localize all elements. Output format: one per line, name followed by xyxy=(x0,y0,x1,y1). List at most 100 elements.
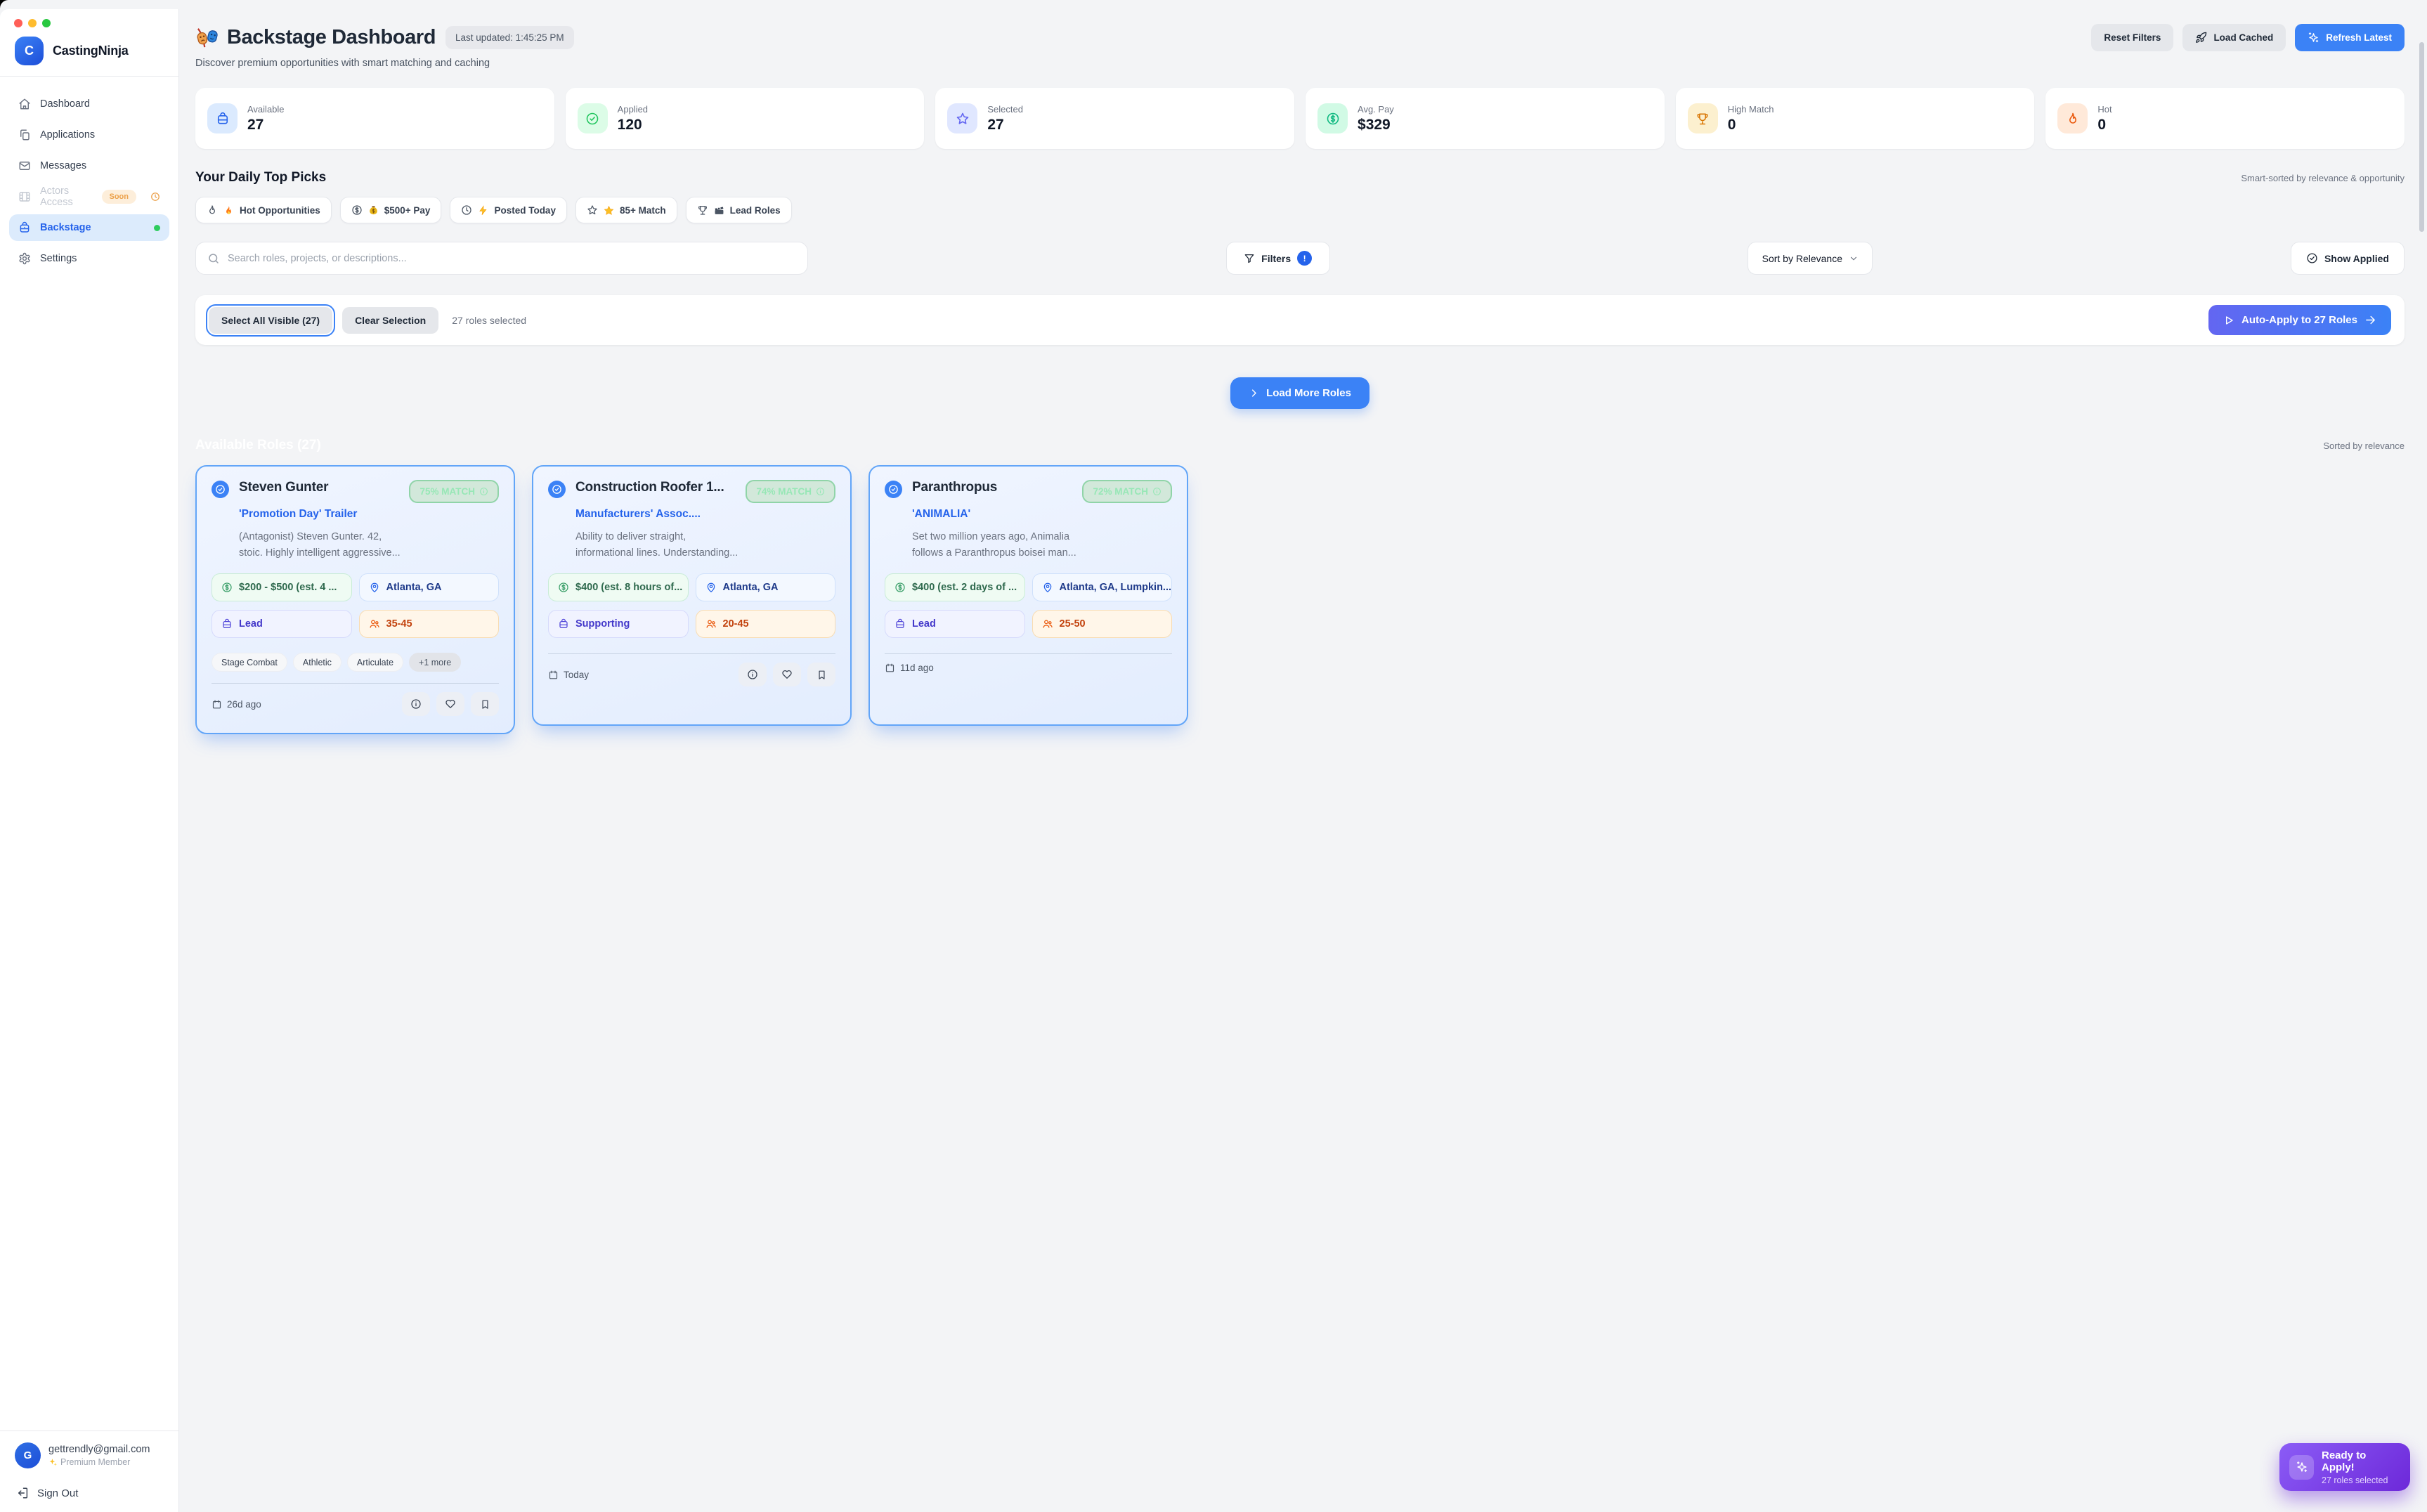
filters-button[interactable]: Filters ! xyxy=(1226,242,1330,275)
pay-pill: $400 (est. 2 days of ... xyxy=(885,573,1025,601)
chip-posted-today[interactable]: Posted Today xyxy=(450,197,567,223)
chevron-down-icon xyxy=(1849,254,1859,263)
stat-card-hot: Hot 0 xyxy=(2045,88,2405,149)
close-window-button[interactable] xyxy=(14,19,22,27)
zoom-window-button[interactable] xyxy=(42,19,51,27)
role-cards: Steven Gunter 75% MATCH 'Promotion Day' … xyxy=(195,465,2405,734)
logout-icon xyxy=(16,1487,29,1499)
chip-500-pay[interactable]: $500+ Pay xyxy=(340,197,442,223)
stat-value: 120 xyxy=(618,117,648,133)
info-button[interactable] xyxy=(738,663,767,686)
app-window: C CastingNinja Dashboard Applications xyxy=(0,0,2427,1512)
selected-check-icon[interactable] xyxy=(212,481,229,498)
online-dot xyxy=(154,225,160,231)
top-picks-title: Your Daily Top Picks xyxy=(195,170,326,185)
show-applied-button[interactable]: Show Applied xyxy=(2291,242,2405,275)
star-icon xyxy=(587,204,598,216)
sidebar-item-dashboard[interactable]: Dashboard xyxy=(9,91,169,117)
card-divider xyxy=(212,683,499,684)
match-badge: 74% MATCH xyxy=(746,480,835,503)
briefcase-icon xyxy=(221,618,233,630)
dollar-circle-icon xyxy=(351,204,363,216)
dollar-circle-icon xyxy=(221,582,233,593)
sidebar-item-label: Dashboard xyxy=(40,98,90,110)
match-badge: 75% MATCH xyxy=(409,480,499,503)
minimize-window-button[interactable] xyxy=(28,19,37,27)
select-all-visible-button[interactable]: Select All Visible (27) xyxy=(209,307,332,334)
auto-apply-button[interactable]: Auto-Apply to 27 Roles xyxy=(2208,305,2391,335)
selected-check-icon[interactable] xyxy=(885,481,902,498)
chip-lead-roles[interactable]: Lead Roles xyxy=(686,197,792,223)
refresh-latest-button[interactable]: Refresh Latest xyxy=(2295,24,2405,51)
briefcase-icon xyxy=(207,103,238,133)
clear-selection-button[interactable]: Clear Selection xyxy=(342,307,438,334)
age-range-pill: 20-45 xyxy=(696,610,836,638)
reset-filters-button[interactable]: Reset Filters xyxy=(2091,24,2173,51)
ready-to-apply-toast[interactable]: Ready to Apply! 27 roles selected xyxy=(2279,1443,2410,1491)
sidebar-item-actors-access[interactable]: Actors Access Soon xyxy=(9,183,169,210)
stat-label: Selected xyxy=(987,104,1023,115)
flame-icon xyxy=(2057,103,2088,133)
posted-date: 11d ago xyxy=(885,663,934,673)
chip-85-match[interactable]: 85+ Match xyxy=(575,197,677,223)
sidebar: C CastingNinja Dashboard Applications xyxy=(0,9,179,1512)
bookmark-button[interactable] xyxy=(807,663,835,686)
sparkles-icon xyxy=(2289,1455,2314,1480)
check-circle-icon xyxy=(2306,252,2318,264)
sidebar-footer: G gettrendly@gmail.com Premium Member Si… xyxy=(0,1430,178,1512)
stat-label: High Match xyxy=(1728,104,1774,115)
avatar: G xyxy=(15,1442,41,1468)
role-card[interactable]: Steven Gunter 75% MATCH 'Promotion Day' … xyxy=(195,465,515,734)
film-icon xyxy=(18,190,31,203)
sort-dropdown[interactable]: Sort by Relevance xyxy=(1748,242,1873,275)
load-cached-button[interactable]: Load Cached xyxy=(2182,24,2286,51)
favorite-button[interactable] xyxy=(436,692,464,716)
search-input[interactable] xyxy=(228,253,796,264)
roles-section-header: Available Roles (27) Sorted by relevance xyxy=(195,438,2405,453)
role-card[interactable]: Paranthropus 72% MATCH 'ANIMALIA' Set tw… xyxy=(868,465,1188,726)
role-type-pill: Lead xyxy=(212,610,352,638)
sidebar-item-messages[interactable]: Messages xyxy=(9,152,169,179)
role-type-pill: Lead xyxy=(885,610,1025,638)
clapperboard-emoji-icon xyxy=(714,205,724,216)
sparkles-emoji-icon xyxy=(48,1458,58,1467)
clock-icon xyxy=(461,204,472,216)
more-tags-badge[interactable]: +1 more xyxy=(409,653,461,672)
stat-card-available: Available 27 xyxy=(195,88,554,149)
user-info: G gettrendly@gmail.com Premium Member xyxy=(15,1442,178,1468)
sidebar-item-label: Backstage xyxy=(40,222,91,233)
briefcase-icon xyxy=(18,221,31,234)
info-button[interactable] xyxy=(402,692,430,716)
toast-title: Ready to Apply! xyxy=(2322,1449,2400,1473)
trophy-icon xyxy=(1688,103,1718,133)
pay-pill: $200 - $500 (est. 4 ... xyxy=(212,573,352,601)
selected-check-icon[interactable] xyxy=(548,481,566,498)
bookmark-button[interactable] xyxy=(471,692,499,716)
sign-out-button[interactable]: Sign Out xyxy=(15,1468,178,1512)
brand-logo: C xyxy=(15,37,44,65)
sidebar-item-backstage[interactable]: Backstage xyxy=(9,214,169,241)
home-icon xyxy=(18,98,31,110)
info-icon xyxy=(1152,487,1162,496)
calendar-icon xyxy=(885,663,895,673)
sidebar-item-settings[interactable]: Settings xyxy=(9,245,169,272)
users-icon xyxy=(369,618,380,630)
chip-hot-opportunities[interactable]: Hot Opportunities xyxy=(195,197,332,223)
funnel-icon xyxy=(1244,253,1255,264)
roles-section-title: Available Roles (27) xyxy=(195,438,321,453)
favorite-button[interactable] xyxy=(773,663,801,686)
skill-tags: Stage Combat Athletic Articulate +1 more xyxy=(212,653,499,672)
match-badge: 72% MATCH xyxy=(1082,480,1172,503)
page-subtitle: Discover premium opportunities with smar… xyxy=(195,58,2405,69)
selection-bar: Select All Visible (27) Clear Selection … xyxy=(195,295,2405,345)
rocket-icon xyxy=(2195,32,2207,44)
calendar-icon xyxy=(212,699,222,710)
sidebar-item-applications[interactable]: Applications xyxy=(9,122,169,148)
dollar-circle-icon xyxy=(1317,103,1348,133)
role-card[interactable]: Construction Roofer 1... 74% MATCH Manuf… xyxy=(532,465,852,726)
role-description: (Antagonist) Steven Gunter. 42,stoic. Hi… xyxy=(239,529,499,561)
project-name: Manufacturers' Assoc.... xyxy=(575,508,835,521)
load-more-roles-button[interactable]: Load More Roles xyxy=(1230,377,1369,409)
scrollbar[interactable] xyxy=(2419,42,2424,232)
stat-label: Hot xyxy=(2097,104,2112,115)
